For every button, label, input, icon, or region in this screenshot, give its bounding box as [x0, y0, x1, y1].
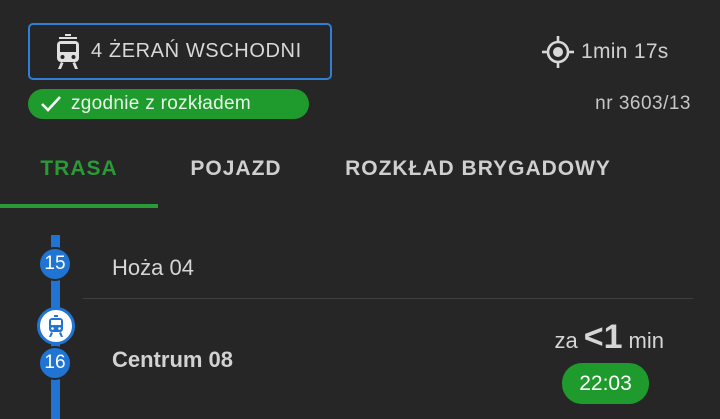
stop-number-badge: 16 [38, 346, 72, 380]
vehicle-details-screen: 4 ŻERAŃ WSCHODNI 1min 17s zgodnie z rozk… [0, 0, 720, 419]
checkmark-icon [41, 96, 61, 112]
line-direction-chip[interactable]: 4 ŻERAŃ WSCHODNI [28, 23, 332, 80]
gps-location-icon [542, 36, 574, 68]
tab-brigade-schedule[interactable]: ROZKŁAD BRYGADOWY [314, 130, 642, 208]
vehicle-position-marker [37, 307, 75, 345]
stop-name[interactable]: Hoża 04 [112, 255, 194, 281]
stop-number-badge: 15 [38, 247, 72, 281]
eta-prefix: za [554, 328, 578, 353]
schedule-status-text: zgodnie z rozkładem [71, 93, 251, 114]
active-tab-indicator [0, 204, 158, 208]
stop-divider [83, 298, 693, 299]
eta-value: <1 [583, 318, 623, 356]
vehicle-position-icon [49, 315, 63, 337]
eta-unit: min [628, 328, 664, 353]
eta-label: za <1 min [555, 318, 664, 357]
schedule-status-badge: zgodnie z rozkładem [28, 89, 309, 119]
gps-age-text: 1min 17s [581, 40, 669, 63]
tab-route[interactable]: TRASA [0, 130, 158, 208]
gps-age-indicator: 1min 17s [541, 35, 669, 69]
tab-bar: TRASA POJAZD ROZKŁAD BRYGADOWY [0, 130, 720, 208]
vehicle-number: nr 3603/13 [595, 93, 691, 114]
stop-name[interactable]: Centrum 08 [112, 347, 233, 373]
tram-icon [57, 33, 79, 69]
tab-vehicle[interactable]: POJAZD [158, 130, 314, 208]
line-direction-label: 4 ŻERAŃ WSCHODNI [91, 40, 302, 62]
departure-time-badge: 22:03 [562, 363, 649, 404]
